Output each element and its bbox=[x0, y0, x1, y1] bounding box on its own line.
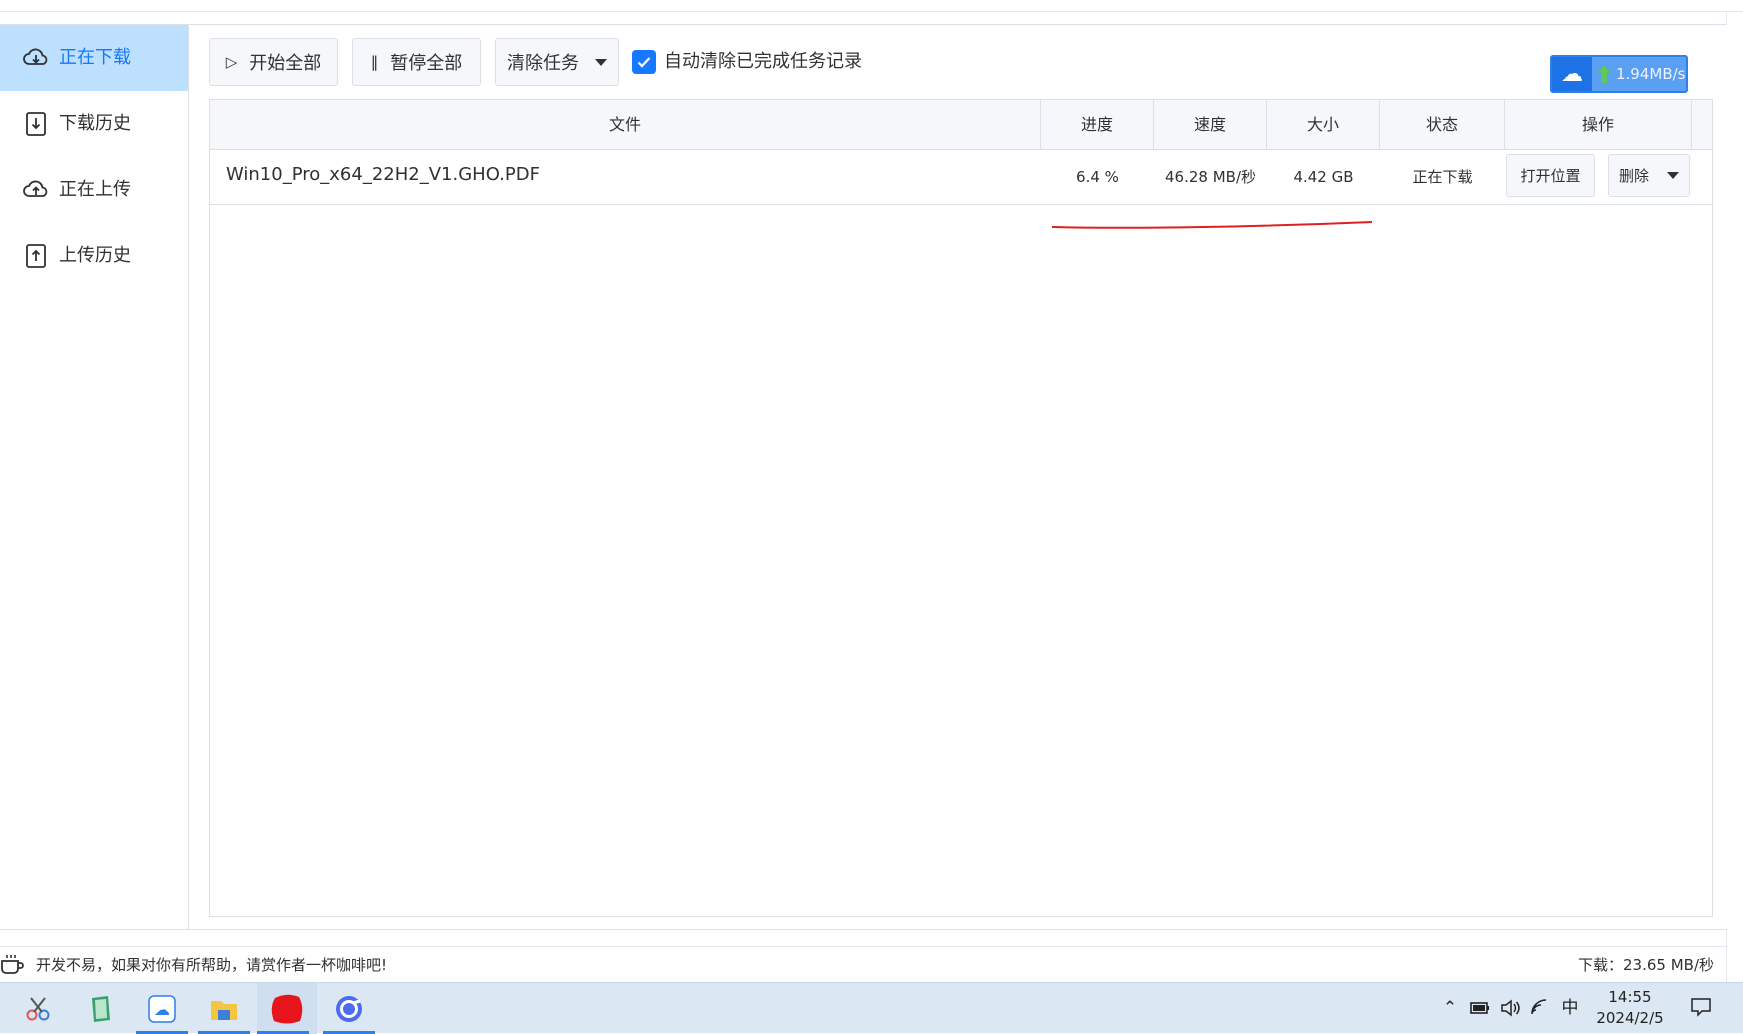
clock-date: 2024/2/5 bbox=[1596, 1009, 1664, 1027]
column-header-speed[interactable]: 速度 bbox=[1154, 100, 1267, 149]
sidebar-item-label: 正在上传 bbox=[59, 179, 131, 200]
taskbar-app-snip-tool[interactable] bbox=[12, 983, 64, 1034]
table-header: 文件 进度 速度 大小 状态 操作 bbox=[210, 100, 1712, 150]
clear-tasks-dropdown[interactable]: 清除任务 bbox=[495, 38, 619, 86]
column-header-file[interactable]: 文件 bbox=[210, 100, 1041, 149]
clear-tasks-label: 清除任务 bbox=[507, 53, 579, 74]
ime-indicator[interactable]: 中 bbox=[1559, 997, 1581, 1019]
red-annotation-underline bbox=[1051, 221, 1373, 229]
auto-clear-label[interactable]: 自动清除已完成任务记录 bbox=[664, 48, 862, 76]
upload-arrow-icon bbox=[1597, 65, 1611, 83]
open-location-button[interactable]: 打开位置 bbox=[1506, 154, 1595, 197]
caret-down-icon bbox=[595, 58, 607, 66]
start-all-button[interactable]: ▷ 开始全部 bbox=[209, 38, 338, 86]
file-name: Win10_Pro_x64_22H2_V1.GHO.PDF bbox=[226, 164, 540, 185]
cloud-upload-icon bbox=[23, 180, 48, 197]
delete-label: 删除 bbox=[1618, 167, 1649, 185]
sidebar-item-upload-history[interactable]: 上传历史 bbox=[0, 223, 188, 289]
folder-icon bbox=[211, 1000, 237, 1020]
sidebar: 正在下载 下载历史 正在上传 上传历史 bbox=[0, 24, 189, 930]
taskbar-app-red[interactable] bbox=[257, 983, 317, 1034]
coffee-cup-icon[interactable] bbox=[0, 953, 26, 977]
download-history-icon bbox=[26, 112, 46, 136]
taskbar: ☁ ⌃ 中 14:55 2024/2/5 bbox=[0, 982, 1743, 1034]
total-download-speed: 下载：23.65 MB/秒 bbox=[1578, 956, 1714, 974]
pause-all-label: 暂停全部 bbox=[390, 53, 463, 74]
floating-speed-widget[interactable]: ☁ 1.94MB/s bbox=[1550, 55, 1688, 93]
speed-widget-value: 1.94MB/s bbox=[1616, 65, 1686, 83]
download-manager-window: 正在下载 下载历史 正在上传 上传历史 ▷ 开始全部 ‖ 暂停全部 清除任务 自… bbox=[0, 0, 1743, 1034]
column-header-progress[interactable]: 进度 bbox=[1041, 100, 1154, 149]
svg-text:☁: ☁ bbox=[154, 1000, 170, 1019]
sidebar-item-label: 上传历史 bbox=[59, 245, 131, 266]
cloud-drive-icon: ☁ bbox=[148, 994, 176, 1023]
size-value: 4.42 GB bbox=[1293, 168, 1354, 186]
clock-time: 14:55 bbox=[1608, 988, 1652, 1006]
taskbar-clock[interactable]: 14:55 2024/2/5 bbox=[1590, 987, 1670, 1029]
chevron-up-icon[interactable]: ⌃ bbox=[1439, 997, 1461, 1019]
red-app-icon bbox=[271, 994, 303, 1023]
upload-history-icon bbox=[26, 244, 46, 268]
sidebar-item-downloading[interactable]: 正在下载 bbox=[0, 25, 188, 91]
taskbar-app-notes[interactable] bbox=[74, 983, 126, 1034]
battery-icon[interactable] bbox=[1469, 997, 1491, 1019]
notification-icon[interactable] bbox=[1690, 996, 1712, 1018]
volume-icon[interactable] bbox=[1499, 997, 1521, 1019]
sidebar-item-download-history[interactable]: 下载历史 bbox=[0, 91, 188, 157]
progress-value: 6.4 % bbox=[1076, 168, 1119, 186]
scissors-icon bbox=[26, 996, 50, 1020]
taskbar-app-browser[interactable] bbox=[323, 983, 375, 1034]
status-value: 正在下载 bbox=[1412, 168, 1473, 186]
browser-icon bbox=[336, 995, 362, 1022]
wifi-icon[interactable] bbox=[1529, 997, 1551, 1019]
pause-icon: ‖ bbox=[370, 53, 379, 71]
pause-all-button[interactable]: ‖ 暂停全部 bbox=[352, 38, 481, 86]
cloud-download-icon bbox=[23, 48, 48, 65]
sidebar-item-label: 正在下载 bbox=[59, 47, 131, 68]
sidebar-item-uploading[interactable]: 正在上传 bbox=[0, 157, 188, 223]
taskbar-app-cloud-drive[interactable]: ☁ bbox=[136, 983, 188, 1034]
speed-value: 46.28 MB/秒 bbox=[1165, 168, 1256, 186]
notebook-icon bbox=[92, 995, 110, 1022]
open-location-label: 打开位置 bbox=[1520, 167, 1581, 185]
status-bar: 开发不易，如果对你有所帮助，请赏作者一杯咖啡吧! 下载：23.65 MB/秒 bbox=[0, 946, 1726, 982]
taskbar-app-file-explorer[interactable] bbox=[198, 983, 250, 1034]
delete-dropdown-button[interactable]: 删除 bbox=[1608, 154, 1690, 197]
play-icon: ▷ bbox=[225, 53, 238, 71]
sidebar-item-label: 下载历史 bbox=[59, 113, 131, 134]
column-header-status[interactable]: 状态 bbox=[1380, 100, 1505, 149]
window-right-edge bbox=[1726, 12, 1743, 982]
column-header-actions[interactable]: 操作 bbox=[1505, 100, 1692, 149]
column-header-size[interactable]: 大小 bbox=[1267, 100, 1380, 149]
start-all-label: 开始全部 bbox=[249, 53, 322, 74]
cloud-app-icon: ☁ bbox=[1552, 57, 1592, 91]
auto-clear-checkbox[interactable] bbox=[632, 50, 656, 74]
window-top-strip bbox=[0, 0, 1743, 12]
table-row[interactable]: Win10_Pro_x64_22H2_V1.GHO.PDF 6.4 % 46.2… bbox=[210, 150, 1712, 205]
download-table: 文件 进度 速度 大小 状态 操作 Win10_Pro_x64_22H2_V1.… bbox=[209, 99, 1713, 917]
check-icon bbox=[637, 57, 651, 68]
caret-down-icon bbox=[1667, 172, 1679, 179]
donation-message[interactable]: 开发不易，如果对你有所帮助，请赏作者一杯咖啡吧! bbox=[36, 947, 387, 983]
